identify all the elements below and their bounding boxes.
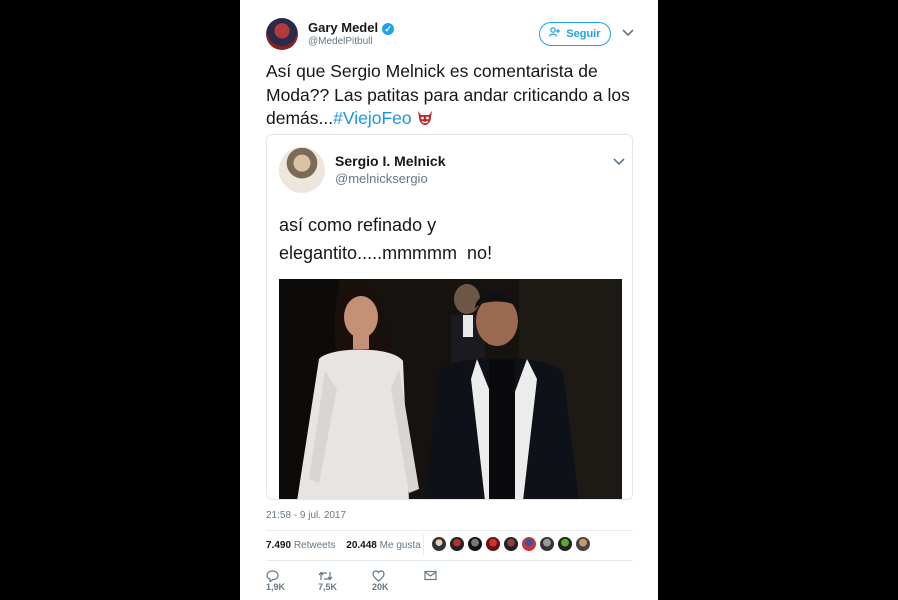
- likes-count[interactable]: 20.448: [346, 540, 377, 551]
- author-name[interactable]: Gary Medel ✓: [308, 20, 395, 35]
- follow-button[interactable]: Seguir: [539, 22, 611, 46]
- avatar[interactable]: [521, 536, 537, 552]
- tweet-card: Gary Medel ✓ @MedelPitbull Seguir Así que…: [240, 0, 658, 600]
- like-icon: [372, 570, 389, 582]
- avatar[interactable]: [503, 536, 519, 552]
- tweet-text: Así que Sergio Melnick es comentarista d…: [266, 60, 636, 131]
- divider: [266, 530, 633, 531]
- avatar[interactable]: [449, 536, 465, 552]
- retweet-icon: [318, 571, 337, 581]
- tweet-header: Gary Medel ✓ @MedelPitbull Seguir: [266, 16, 646, 56]
- divider: [423, 534, 424, 556]
- reply-count: 1,9K: [266, 582, 286, 592]
- likes-label[interactable]: Me gusta: [380, 540, 421, 551]
- avatar[interactable]: [557, 536, 573, 552]
- avatar[interactable]: [575, 536, 591, 552]
- verified-icon: ✓: [382, 22, 395, 35]
- quoted-line-2: elegantito.....mmmmm no!: [279, 243, 493, 263]
- author-handle[interactable]: @MedelPitbull: [308, 36, 373, 47]
- quoted-text: así como refinado y elegantito.....mmmmm…: [279, 211, 619, 267]
- engagement-stats: 7.490 Retweets 20.448 Me gusta: [266, 540, 429, 551]
- quoted-author-name[interactable]: Sergio I. Melnick: [335, 153, 445, 169]
- retweets-count[interactable]: 7.490: [266, 540, 291, 551]
- quoted-avatar[interactable]: [279, 147, 325, 193]
- quoted-author-handle[interactable]: @melnicksergio: [335, 171, 428, 186]
- tweet-body: Así que Sergio Melnick es comentarista d…: [266, 61, 630, 128]
- divider: [266, 560, 633, 561]
- tweet-timestamp[interactable]: 21:58 - 9 jul. 2017: [266, 510, 346, 521]
- quoted-line-1: así como refinado y: [279, 215, 437, 235]
- chevron-down-icon[interactable]: [622, 26, 634, 40]
- retweets-label[interactable]: Retweets: [294, 540, 336, 551]
- avatar[interactable]: [266, 18, 298, 50]
- avatar[interactable]: [539, 536, 555, 552]
- like-button[interactable]: 20K: [372, 570, 389, 592]
- retweet-count-short: 7,5K: [318, 582, 338, 592]
- hashtag-link[interactable]: #ViejoFeo: [333, 108, 412, 128]
- chevron-down-icon[interactable]: [613, 155, 625, 169]
- avatar[interactable]: [467, 536, 483, 552]
- retweet-button[interactable]: 7,5K: [318, 570, 337, 592]
- quoted-tweet[interactable]: Sergio I. Melnick @melnicksergio así com…: [266, 134, 633, 500]
- add-user-icon: [549, 27, 563, 40]
- devil-emoji-icon: [416, 109, 434, 127]
- author-name-text[interactable]: Gary Medel: [308, 20, 378, 35]
- message-button[interactable]: [424, 570, 441, 581]
- reply-button[interactable]: 1,9K: [266, 570, 285, 592]
- reply-icon: [266, 570, 283, 583]
- follow-label: Seguir: [566, 28, 601, 40]
- avatar[interactable]: [485, 536, 501, 552]
- message-icon: [424, 570, 441, 581]
- like-count-short: 20K: [372, 582, 389, 592]
- tweet-photo[interactable]: [279, 279, 622, 499]
- avatar[interactable]: [431, 536, 447, 552]
